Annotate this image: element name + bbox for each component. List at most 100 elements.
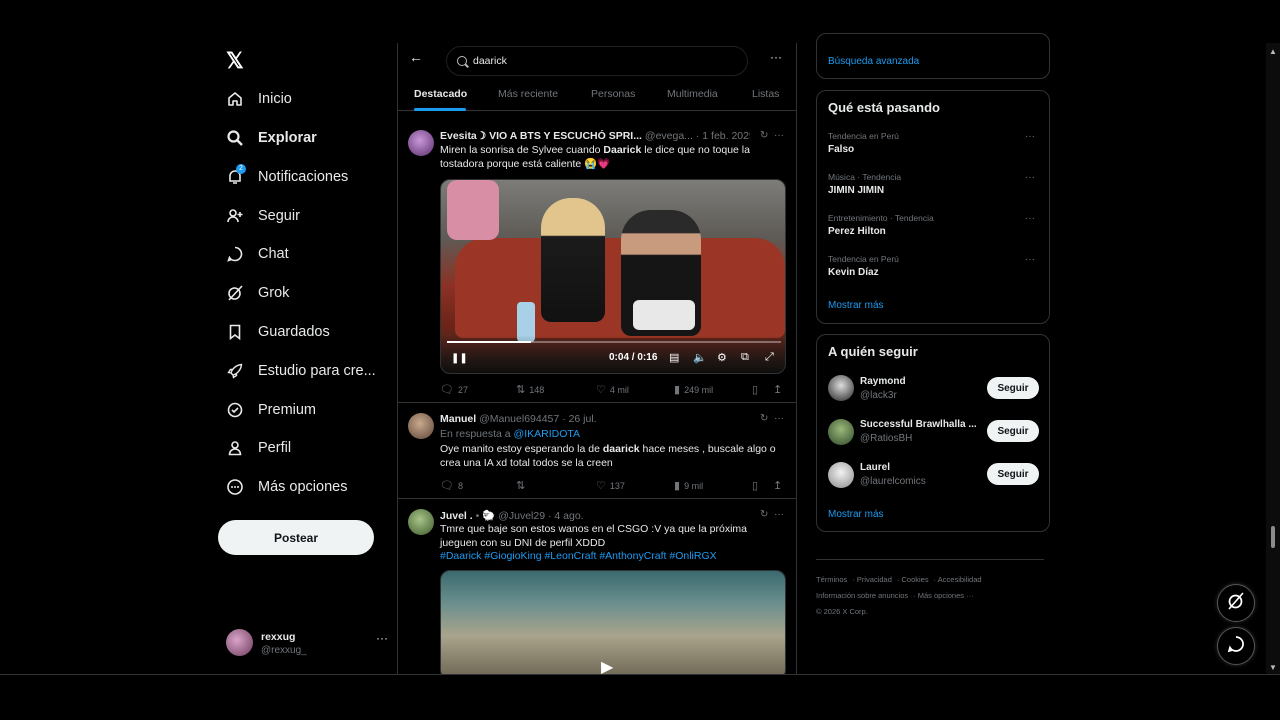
- grok-icon[interactable]: ↻: [760, 130, 768, 141]
- tweet-author-name[interactable]: Evesita☽ VIO A BTS Y ESCUCHÓ SPRI...: [440, 130, 642, 142]
- tab-personas[interactable]: Personas: [591, 88, 635, 100]
- avatar[interactable]: [408, 130, 434, 156]
- reply-button[interactable]: 🗨 27: [440, 383, 468, 396]
- tweet-date[interactable]: · 26 jul.: [562, 413, 596, 425]
- avatar[interactable]: [408, 413, 434, 439]
- avatar[interactable]: [408, 509, 434, 535]
- more-icon[interactable]: ···: [1025, 254, 1035, 265]
- show-more-follow-link[interactable]: Mostrar más: [828, 509, 884, 520]
- follow-button[interactable]: Seguir: [987, 463, 1039, 485]
- video-player[interactable]: ▶: [440, 570, 786, 674]
- nav-item-premium[interactable]: Premium: [226, 395, 316, 425]
- follow-name[interactable]: Successful Brawlhalla ...: [860, 419, 978, 430]
- repost-button[interactable]: ⇅ 148: [516, 383, 544, 396]
- scrollbar-thumb[interactable]: [1271, 526, 1275, 548]
- tweet-author-handle[interactable]: @Manuel694457: [479, 413, 559, 425]
- search-input[interactable]: [473, 55, 723, 67]
- follow-button[interactable]: Seguir: [987, 377, 1039, 399]
- nav-item-grok[interactable]: Grok: [226, 278, 289, 308]
- tweet[interactable]: Manuel @Manuel694457 · 26 jul. ↻ ··· En …: [398, 404, 796, 499]
- post-button[interactable]: Postear: [218, 520, 374, 555]
- follow-name[interactable]: Raymond: [860, 376, 978, 387]
- pause-icon[interactable]: ❚❚: [451, 353, 468, 364]
- avatar[interactable]: [828, 375, 854, 401]
- views-button[interactable]: ▮ 9 mil: [674, 479, 703, 492]
- nav-item-mas-opciones[interactable]: Más opciones: [226, 472, 347, 502]
- captions-icon[interactable]: ▤: [669, 351, 679, 364]
- avatar[interactable]: [828, 419, 854, 445]
- share-button[interactable]: ↥: [773, 383, 786, 396]
- more-icon[interactable]: ···: [774, 509, 784, 520]
- bookmark-button[interactable]: ▯: [752, 479, 762, 492]
- tweet-author-name[interactable]: Juvel .: [440, 510, 473, 522]
- nav-item-seguir[interactable]: Seguir: [226, 201, 300, 231]
- footer-link[interactable]: Información sobre anuncios: [816, 591, 908, 600]
- search-box[interactable]: [446, 46, 748, 76]
- tab-mas-reciente[interactable]: Más reciente: [498, 88, 558, 100]
- views-button[interactable]: ▮ 249 mil: [674, 383, 713, 396]
- tweet-hashtags[interactable]: #Daarick #GiogioKing #LeonCraft #Anthony…: [440, 550, 785, 564]
- settings-icon[interactable]: ⚙: [717, 351, 727, 364]
- follow-name[interactable]: Laurel: [860, 462, 978, 473]
- bookmark-button[interactable]: ▯: [752, 383, 762, 396]
- footer-link[interactable]: Accesibilidad: [938, 575, 982, 584]
- scroll-down-arrow-icon[interactable]: ▼: [1269, 663, 1277, 672]
- tweet[interactable]: Evesita☽ VIO A BTS Y ESCUCHÓ SPRI... @ev…: [398, 121, 796, 403]
- play-icon[interactable]: ▶: [601, 657, 613, 674]
- trend-name[interactable]: JIMIN JIMIN: [828, 185, 884, 196]
- grok-icon[interactable]: ↻: [760, 509, 768, 520]
- tweet-date[interactable]: · 1 feb. 2025: [696, 130, 750, 142]
- back-arrow-icon[interactable]: ←: [409, 49, 423, 65]
- more-icon[interactable]: ···: [376, 631, 388, 645]
- video-progress-bar[interactable]: [447, 341, 781, 343]
- page-scrollbar[interactable]: ▲ ▼: [1266, 43, 1280, 674]
- nav-item-explorar[interactable]: Explorar: [226, 123, 317, 153]
- nav-item-estudio[interactable]: Estudio para cre...: [226, 356, 376, 386]
- footer-link[interactable]: Términos: [816, 575, 847, 584]
- follow-button[interactable]: Seguir: [987, 420, 1039, 442]
- more-icon[interactable]: ···: [774, 130, 784, 141]
- video-player[interactable]: ❚❚ 0:04 / 0:16 ▤ 🔈 ⚙ ⧉ ⤢: [440, 179, 786, 374]
- trend-name[interactable]: Kevin Díaz: [828, 267, 879, 278]
- tweet[interactable]: Juvel . • 🐑 @Juvel29 · 4 ago. ↻ ··· Tmre…: [398, 500, 796, 674]
- reply-to-link[interactable]: @IKARIDOTA: [514, 428, 580, 440]
- volume-icon[interactable]: 🔈: [693, 351, 707, 364]
- scroll-up-arrow-icon[interactable]: ▲: [1269, 47, 1277, 56]
- repost-button[interactable]: ⇅: [516, 479, 529, 492]
- show-more-trends-link[interactable]: Mostrar más: [828, 300, 884, 311]
- trend-name[interactable]: Falso: [828, 144, 854, 155]
- nav-item-inicio[interactable]: Inicio: [226, 84, 292, 114]
- fullscreen-icon[interactable]: ⤢: [765, 351, 774, 364]
- advanced-search-link[interactable]: Búsqueda avanzada: [828, 56, 919, 67]
- more-icon[interactable]: ···: [1025, 172, 1035, 183]
- trend-name[interactable]: Perez Hilton: [828, 226, 886, 237]
- share-button[interactable]: ↥: [773, 479, 786, 492]
- more-icon[interactable]: ···: [1025, 213, 1035, 224]
- tweet-author-handle[interactable]: @evega...: [645, 130, 693, 142]
- pip-icon[interactable]: ⧉: [741, 351, 749, 364]
- tab-destacado[interactable]: Destacado: [414, 88, 467, 100]
- tweet-author-name[interactable]: Manuel: [440, 413, 476, 425]
- nav-item-guardados[interactable]: Guardados: [226, 317, 330, 347]
- footer-link[interactable]: Privacidad: [857, 575, 892, 584]
- nav-item-chat[interactable]: Chat: [226, 239, 289, 269]
- reply-button[interactable]: 🗨 8: [440, 479, 463, 492]
- tab-multimedia[interactable]: Multimedia: [667, 88, 718, 100]
- avatar[interactable]: [828, 462, 854, 488]
- account-switcher[interactable]: rexxug @rexxug_ ···: [226, 629, 388, 659]
- grok-icon[interactable]: ↻: [760, 413, 768, 424]
- like-button[interactable]: ♡ 137: [596, 479, 625, 492]
- footer-link[interactable]: Cookies: [901, 575, 928, 584]
- tab-listas[interactable]: Listas: [752, 88, 779, 100]
- grok-float-button[interactable]: [1217, 584, 1255, 622]
- nav-item-notificaciones[interactable]: 2 Notificaciones: [226, 162, 348, 192]
- messages-float-button[interactable]: [1217, 627, 1255, 665]
- tweet-date[interactable]: · 4 ago.: [548, 510, 584, 522]
- more-icon[interactable]: ···: [1025, 131, 1035, 142]
- tweet-author-handle[interactable]: @Juvel29: [498, 510, 545, 522]
- more-icon[interactable]: ···: [770, 50, 782, 64]
- nav-item-perfil[interactable]: Perfil: [226, 433, 291, 463]
- more-icon[interactable]: ···: [774, 413, 784, 424]
- footer-link[interactable]: Más opciones ···: [918, 591, 974, 600]
- like-button[interactable]: ♡ 4 mil: [596, 383, 629, 396]
